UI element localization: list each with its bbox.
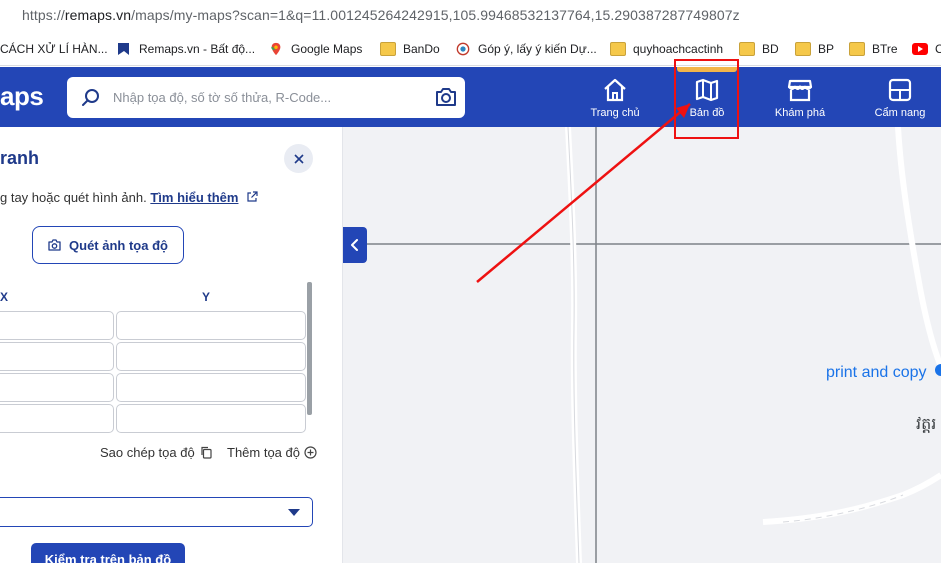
copy-coordinates-button[interactable]: Sao chép tọa độ	[100, 445, 212, 460]
bookmark-4[interactable]: BanDo	[380, 40, 440, 58]
poi-label[interactable]: print and copy	[826, 364, 927, 382]
collapse-panel-button[interactable]	[343, 227, 367, 263]
bookmark-1[interactable]: CÁCH XỬ LÍ HÀN...	[0, 40, 108, 58]
bookmark-label: BTre	[872, 42, 898, 56]
bookmark-label: BD	[762, 42, 779, 56]
close-button[interactable]	[284, 144, 313, 173]
learn-more-link[interactable]: Tìm hiểu thêm	[150, 190, 238, 205]
folder-icon	[739, 42, 755, 56]
bookmark-7[interactable]: BD	[739, 40, 779, 58]
place-label: វត្តរ	[916, 416, 937, 433]
app-header: aps Nhập tọa độ, số tờ số thửa, R-Code..…	[0, 67, 941, 127]
chevron-left-icon	[351, 239, 358, 251]
bookmark-9[interactable]: BTre	[849, 40, 898, 58]
map-canvas[interactable]	[343, 127, 941, 563]
folder-icon	[380, 42, 396, 56]
youtube-icon	[912, 43, 928, 55]
bookmark-label: Remaps.vn - Bất độ...	[139, 42, 256, 56]
y-input[interactable]	[116, 311, 306, 340]
bookmark-2[interactable]: Remaps.vn - Bất độ...	[116, 40, 255, 58]
close-icon	[293, 153, 304, 164]
remaps-logo[interactable]: aps	[0, 81, 44, 112]
x-input[interactable]	[0, 404, 114, 433]
copy-label: Sao chép tọa độ	[100, 445, 195, 460]
bookmarks-bar: CÁCH XỬ LÍ HÀN... Remaps.vn - Bất độ... …	[0, 32, 941, 66]
add-circle-icon	[304, 446, 317, 459]
search-box[interactable]: Nhập tọa độ, số tờ số thửa, R-Code...	[67, 77, 465, 118]
table-scrollbar[interactable]	[307, 282, 312, 415]
bookmark-label: Góp ý, lấy ý kiến Dự...	[478, 42, 597, 56]
folder-icon	[610, 42, 626, 56]
nav-label: Cẩm nang	[874, 107, 926, 119]
chevron-down-icon	[288, 509, 300, 516]
remaps-logo-icon	[118, 43, 129, 55]
url-text[interactable]: https://remaps.vn/maps/my-maps?scan=1&q=…	[22, 7, 740, 23]
scan-button-label: Quét ảnh tọa độ	[69, 237, 168, 253]
annotation-highlight-box	[674, 59, 739, 139]
hint-text: g tay hoặc quét hình ảnh.	[0, 190, 151, 205]
bookmark-label: BanDo	[403, 42, 440, 56]
handbook-icon	[888, 78, 912, 102]
search-input[interactable]: Nhập tọa độ, số tờ số thửa, R-Code...	[113, 90, 331, 105]
add-label: Thêm tọa độ	[227, 445, 300, 460]
bookmark-10[interactable]: C	[912, 40, 941, 58]
scan-coordinates-button[interactable]: Quét ảnh tọa độ	[32, 226, 184, 264]
panel-hint: g tay hoặc quét hình ảnh. Tìm hiểu thêm	[0, 190, 258, 205]
bookmark-5[interactable]: Góp ý, lấy ý kiến Dự...	[455, 40, 597, 58]
bookmark-label: C	[935, 42, 941, 56]
bookmark-3[interactable]: Google Maps	[268, 40, 362, 58]
x-input[interactable]	[0, 373, 114, 402]
add-coordinate-button[interactable]: Thêm tọa độ	[227, 445, 317, 460]
y-input[interactable]	[116, 342, 306, 371]
nav-trang-chu[interactable]: Trang chủ	[575, 67, 655, 127]
bookmark-6[interactable]: quyhoachcactinh	[610, 40, 723, 58]
site-icon	[456, 42, 470, 56]
home-icon	[604, 78, 626, 102]
copy-icon	[201, 446, 212, 459]
y-input[interactable]	[116, 373, 306, 402]
nav-label: Trang chủ	[590, 107, 640, 119]
address-bar[interactable]: https://remaps.vn/maps/my-maps?scan=1&q=…	[0, 0, 941, 32]
bookmark-label: BP	[818, 42, 835, 56]
x-input[interactable]	[0, 342, 114, 371]
panel-title: ranh	[0, 148, 40, 168]
column-header-x: X	[0, 290, 9, 304]
bookmark-label: Google Maps	[291, 42, 363, 56]
check-on-map-button[interactable]: Kiểm tra trên bản đồ	[31, 543, 185, 563]
bookmark-8[interactable]: BP	[795, 40, 834, 58]
bookmark-label: quyhoachcactinh	[633, 42, 724, 56]
camera-icon	[48, 239, 61, 251]
folder-icon	[795, 42, 811, 56]
camera-icon[interactable]	[435, 87, 457, 107]
google-maps-icon	[271, 42, 281, 56]
store-icon	[787, 79, 813, 102]
coordinate-panel: ranh g tay hoặc quét hình ảnh. Tìm hiểu …	[0, 127, 343, 563]
nav-kham-pha[interactable]: Khám phá	[760, 67, 840, 127]
external-link-icon[interactable]	[246, 191, 258, 203]
nav-label: Khám phá	[774, 107, 826, 119]
bookmark-label: CÁCH XỬ LÍ HÀN...	[0, 42, 108, 56]
search-icon	[82, 89, 99, 106]
column-header-y: Y	[202, 290, 211, 304]
nav-cam-nang[interactable]: Cẩm nang	[860, 67, 940, 127]
folder-icon	[849, 42, 865, 56]
map-roads	[343, 127, 941, 563]
y-input[interactable]	[116, 404, 306, 433]
coordinate-system-select[interactable]	[0, 497, 313, 527]
x-input[interactable]	[0, 311, 114, 340]
poi-marker-icon[interactable]	[934, 363, 941, 377]
